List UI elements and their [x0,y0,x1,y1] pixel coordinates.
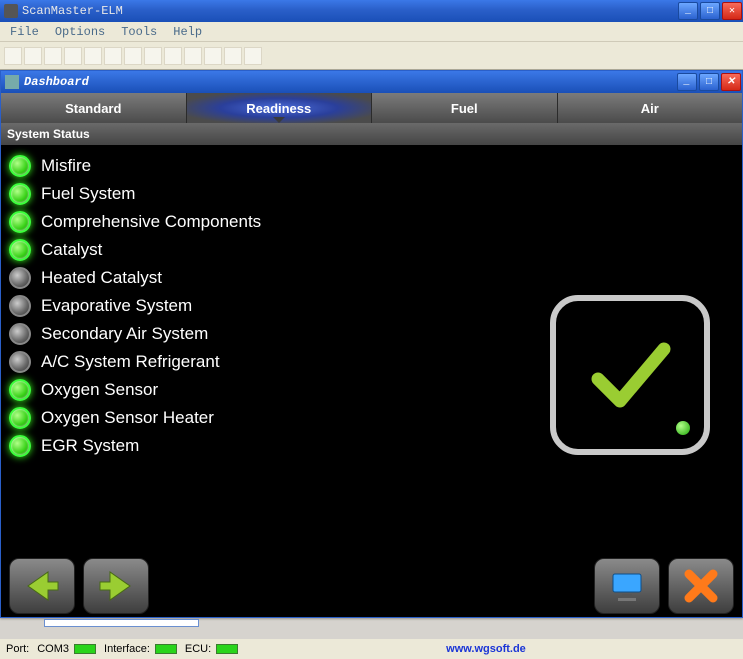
status-label: Oxygen Sensor [41,380,158,400]
status-label: Heated Catalyst [41,268,162,288]
thin-panel [44,619,199,627]
monitor-icon [607,566,647,606]
toolbar-icon[interactable] [84,47,102,65]
dashboard-maximize-button[interactable]: □ [699,73,719,91]
toolbar-icon[interactable] [124,47,142,65]
port-value: COM3 [37,643,69,655]
next-button[interactable] [83,558,149,614]
status-led-icon [9,183,31,205]
minimize-button[interactable]: _ [678,2,698,20]
dashboard-window-controls: _ □ ✕ [676,73,742,91]
toolbar-icon[interactable] [144,47,162,65]
dashboard-icon [5,75,19,89]
dashboard-title-bar: Dashboard _ □ ✕ [1,71,742,93]
status-led-icon [9,407,31,429]
vendor-link[interactable]: www.wgsoft.de [446,643,526,655]
port-label: Port: [6,643,29,655]
tab-standard[interactable]: Standard [1,93,187,123]
toolbar-icon[interactable] [4,47,22,65]
status-row: Catalyst [9,239,742,261]
toolbar-icon[interactable] [44,47,62,65]
dashboard-window: Dashboard _ □ ✕ Standard Readiness Fuel … [0,70,743,618]
tab-label: Fuel [451,101,478,116]
dashboard-tabs: Standard Readiness Fuel Air [1,93,742,123]
status-led-icon [9,295,31,317]
tab-air[interactable]: Air [558,93,743,123]
status-led-icon [9,435,31,457]
checkmark-icon [580,325,680,425]
status-row: Fuel System [9,183,742,205]
interface-label: Interface: [104,643,150,655]
status-port-value: COM3 [37,643,96,655]
toolbar-icon[interactable] [204,47,222,65]
arrow-left-icon [22,566,62,606]
dashboard-minimize-button[interactable]: _ [677,73,697,91]
status-row: Heated Catalyst [9,267,742,289]
nav-controls [1,555,742,617]
status-label: Catalyst [41,240,102,260]
toolbar-icon[interactable] [184,47,202,65]
toolbar-icon[interactable] [104,47,122,65]
app-icon [4,4,18,18]
tab-label: Standard [65,101,121,116]
toolbar-icon[interactable] [244,47,262,65]
status-row: Misfire [9,155,742,177]
interface-led-icon [155,644,177,654]
menu-help[interactable]: Help [165,23,210,41]
section-header: System Status [1,123,742,145]
x-icon [681,566,721,606]
status-ecu: ECU: [185,643,238,655]
toolbar-icon[interactable] [64,47,82,65]
prev-button[interactable] [9,558,75,614]
status-label: Misfire [41,156,91,176]
menu-options[interactable]: Options [47,23,113,41]
status-label: Fuel System [41,184,135,204]
toolbar-icon[interactable] [224,47,242,65]
ecu-label: ECU: [185,643,211,655]
toolbar [0,42,743,70]
status-led-icon [9,211,31,233]
menu-bar: File Options Tools Help [0,22,743,42]
status-led-icon [9,155,31,177]
main-title-bar: ScanMaster-ELM _ □ ✕ [0,0,743,22]
dashboard-close-button[interactable]: ✕ [721,73,741,91]
status-label: Oxygen Sensor Heater [41,408,214,428]
ecu-led-icon [216,644,238,654]
status-label: Comprehensive Components [41,212,261,232]
status-led-icon [9,351,31,373]
overall-status-panel [550,295,710,455]
status-led-icon [9,239,31,261]
tab-label: Readiness [246,101,311,116]
status-label: A/C System Refrigerant [41,352,220,372]
display-button[interactable] [594,558,660,614]
status-interface: Interface: [104,643,177,655]
app-title: ScanMaster-ELM [22,4,123,18]
dashboard-title: Dashboard [24,75,89,89]
maximize-button[interactable]: □ [700,2,720,20]
close-button[interactable]: ✕ [722,2,742,20]
close-dashboard-button[interactable] [668,558,734,614]
arrow-right-icon [96,566,136,606]
status-led-icon [9,267,31,289]
menu-file[interactable]: File [2,23,47,41]
status-label: Secondary Air System [41,324,208,344]
status-label: EGR System [41,436,139,456]
port-led-icon [74,644,96,654]
tab-fuel[interactable]: Fuel [372,93,558,123]
status-label: Evaporative System [41,296,192,316]
tab-readiness[interactable]: Readiness [187,93,373,123]
readiness-content: Misfire Fuel System Comprehensive Componen… [1,145,742,555]
status-led-icon [9,379,31,401]
status-port: Port: [6,643,29,655]
status-bar: Port: COM3 Interface: ECU: www.wgsoft.de [0,639,743,659]
status-led-icon [9,323,31,345]
main-window-controls: _ □ ✕ [677,2,743,20]
toolbar-icon[interactable] [24,47,42,65]
menu-tools[interactable]: Tools [113,23,165,41]
toolbar-icon[interactable] [164,47,182,65]
tab-label: Air [641,101,659,116]
section-title: System Status [7,127,90,141]
status-row: Comprehensive Components [9,211,742,233]
overall-status-led [676,421,690,435]
